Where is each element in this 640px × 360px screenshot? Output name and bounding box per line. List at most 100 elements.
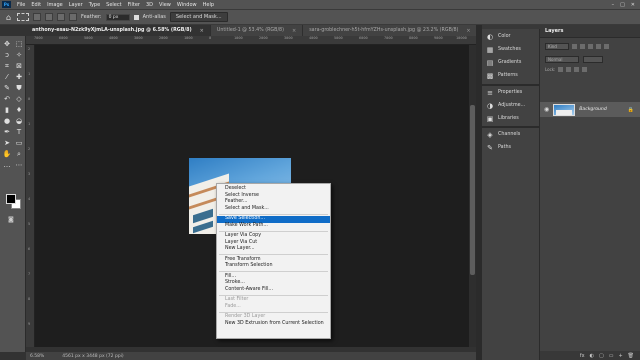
panel-color[interactable]: ◐ Color [486,31,511,42]
blur-tool-icon[interactable]: ♦ [13,105,25,116]
close-tab-icon[interactable]: × [466,28,470,34]
move-tool-icon[interactable]: ✥ [1,39,13,50]
color-icon: ◐ [486,32,494,41]
ruler-tick-label: 4000 [109,36,118,40]
zoom-level[interactable]: 6.58% [30,354,44,359]
menu-window[interactable]: Window [174,2,200,8]
clone-stamp-icon[interactable]: ⛊ [13,83,25,94]
intersect-selection-icon[interactable] [69,13,77,21]
close-tab-icon[interactable]: × [200,28,204,34]
filter-adjustment-icon[interactable] [580,44,585,49]
marquee-tool-preset-icon[interactable] [17,13,29,21]
history-brush-icon[interactable]: ↶ [1,94,13,105]
layer-row-background[interactable]: ◉ Background 🔒 [540,102,640,117]
panel-libraries[interactable]: ▣ Libraries [486,113,519,124]
foreground-color-swatch[interactable] [6,194,16,204]
options-bar: ⌂ Feather: 0 px Anti-alias Select and Ma… [0,9,640,25]
menu-item-select-and-mask[interactable]: Select and Mask... [217,206,330,213]
menu-item-transform-selection[interactable]: Transform Selection [217,263,330,270]
maximize-icon[interactable]: □ [620,2,625,8]
menu-layer[interactable]: Layer [66,2,86,8]
type-tool-icon[interactable]: T [13,127,25,138]
new-selection-icon[interactable] [33,13,41,21]
new-group-icon[interactable]: ▭ [609,353,614,359]
adjustment-layer-icon[interactable]: ◐ [590,353,594,359]
close-tab-icon[interactable]: × [292,28,296,34]
menu-help[interactable]: Help [200,2,217,8]
pen-tool-icon[interactable]: ✒ [1,127,13,138]
crop-tool-icon[interactable]: ⌗ [1,61,13,72]
panel-paths[interactable]: ✎ Paths [486,142,511,153]
gradient-tool-icon[interactable]: ▮ [1,105,13,116]
lasso-tool-icon[interactable]: ↄ [1,50,13,61]
tab-anthony-esau[interactable]: anthony-esau-N2zk9yXjmLA-unsplash.jpg @ … [26,25,211,36]
rectangle-tool-icon[interactable]: ▭ [13,138,25,149]
ruler-tick-label: 9 [28,322,31,326]
panel-properties[interactable]: ≡ Properties [486,87,522,98]
panel-adjustments[interactable]: ◑ Adjustme... [486,100,525,111]
frame-tool-icon[interactable]: ⊠ [13,61,25,72]
opacity-field[interactable] [583,56,603,63]
layers-panel-title[interactable]: Layers [540,25,640,38]
menu-edit[interactable]: Edit [28,2,44,8]
layer-name[interactable]: Background [579,107,607,112]
panel-gradients[interactable]: ▤ Gradients [486,57,522,68]
layer-lock-icon: 🔒 [627,106,634,113]
menu-3d[interactable]: 3D [143,2,156,8]
subtract-selection-icon[interactable] [57,13,65,21]
filter-shape-icon[interactable] [596,44,601,49]
menu-image[interactable]: Image [44,2,66,8]
quick-select-tool-icon[interactable]: ✧ [13,50,25,61]
lock-all-icon[interactable] [582,67,588,72]
more-tools-icon[interactable]: … [1,160,13,171]
filter-pixel-icon[interactable] [572,44,577,49]
menu-filter[interactable]: Filter [125,2,143,8]
lock-artboard-icon[interactable] [574,67,580,72]
menu-item-new-3d-extrusion[interactable]: New 3D Extrusion from Current Selection [217,321,330,328]
panel-patterns[interactable]: ▩ Patterns [486,70,518,81]
brush-tool-icon[interactable]: ✎ [1,83,13,94]
tab-untitled-1[interactable]: Untitled-1 @ 53.4% (RGB/8) × [211,25,304,36]
panel-swatches[interactable]: ▦ Swatches [486,44,521,55]
eraser-tool-icon[interactable]: ◇ [13,94,25,105]
scrollbar-thumb[interactable] [470,105,475,275]
hand-tool-icon[interactable]: ✋ [1,149,13,160]
dodge-tool-icon[interactable]: ● [1,116,13,127]
minimize-icon[interactable]: – [612,2,615,8]
menu-type[interactable]: Type [86,2,103,8]
home-icon[interactable]: ⌂ [4,13,13,22]
filter-smart-object-icon[interactable] [604,44,609,49]
quick-mask-icon[interactable]: ◙ [8,216,14,223]
new-layer-icon[interactable]: + [618,353,622,359]
lock-position-icon[interactable] [566,67,572,72]
menu-select[interactable]: Select [103,2,124,8]
path-selection-icon[interactable]: ➤ [1,138,13,149]
lock-pixels-icon[interactable] [558,67,564,72]
feather-input[interactable]: 0 px [105,13,130,21]
layer-kind-filter[interactable]: Kind [545,43,569,50]
visibility-eye-icon[interactable]: ◉ [544,106,549,113]
marquee-tool-icon[interactable]: ⬚ [13,39,25,50]
eyedropper-tool-icon[interactable]: ⁄ [1,72,13,83]
tab-sara-groblechner[interactable]: sara-groblechner-h5t-hfmYZHs-unsplash.jp… [303,25,478,36]
panel-channels[interactable]: ◈ Channels [486,129,520,140]
menu-file[interactable]: File [14,2,28,8]
menu-item-content-aware-fill[interactable]: Content-Aware Fill... [217,287,330,294]
healing-brush-icon[interactable]: ✚ [13,72,25,83]
sponge-tool-icon[interactable]: ◒ [13,116,25,127]
delete-layer-icon[interactable]: 🗑 [628,353,634,359]
menu-view[interactable]: View [156,2,174,8]
vertical-scrollbar[interactable] [469,45,476,347]
edit-toolbar-icon[interactable]: ⋯ [13,160,25,171]
select-and-mask-button[interactable]: Select and Mask... [169,12,228,22]
add-mask-icon[interactable]: ▢ [599,353,604,359]
blend-mode-select[interactable]: Normal [545,56,579,63]
close-window-icon[interactable]: ✕ [631,2,635,8]
zoom-tool-icon[interactable]: ⌕ [13,149,25,160]
add-layer-style-icon[interactable]: fx [580,353,585,359]
filter-type-icon[interactable] [588,44,593,49]
add-to-selection-icon[interactable] [45,13,53,21]
anti-alias-checkbox[interactable] [133,14,139,20]
menu-item-new-layer[interactable]: New Layer... [217,246,330,253]
menu-item-make-work-path[interactable]: Make Work Path... [217,223,330,230]
